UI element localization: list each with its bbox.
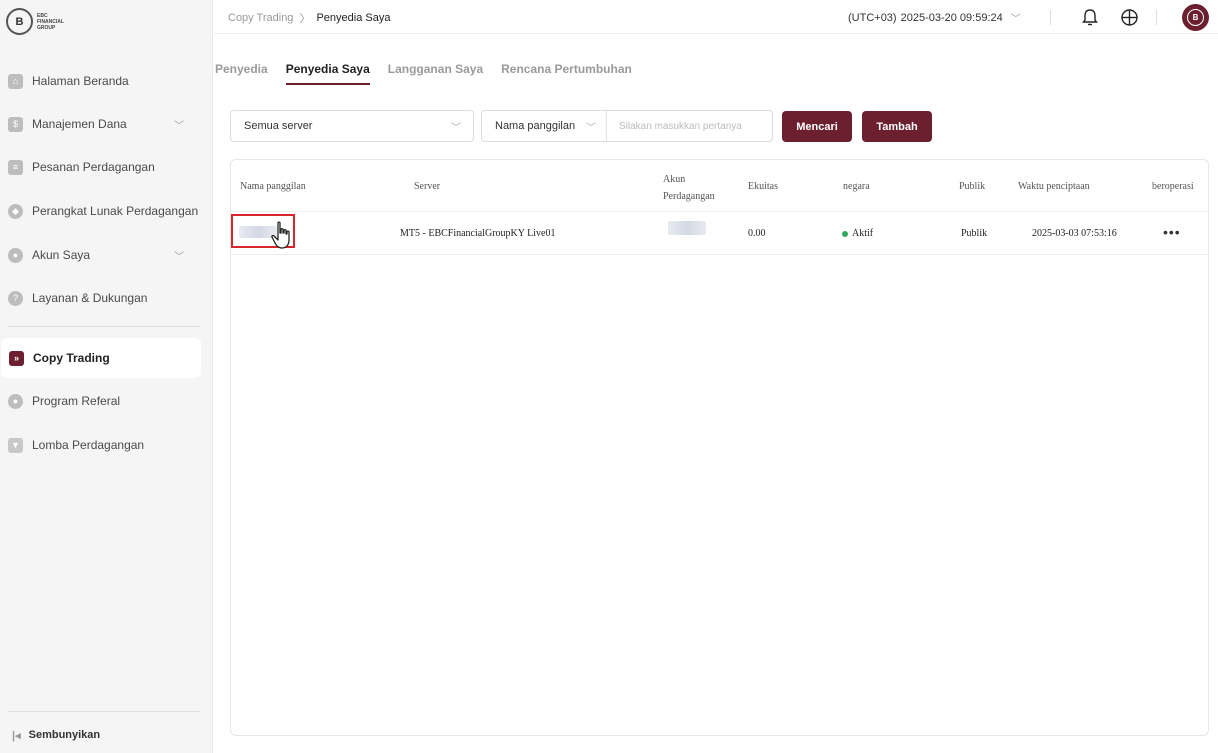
account-redacted: [668, 221, 706, 235]
search-field-select[interactable]: Nama panggilan ﹀: [482, 111, 607, 141]
tab-langganan-saya[interactable]: Langganan Saya: [388, 62, 483, 85]
sidebar-item-lomba-perdagangan[interactable]: ▼ Lomba Perdagangan: [0, 425, 200, 465]
logo-line-2: FINANCIAL: [37, 18, 64, 25]
sidebar-item-pesanan-perdagangan[interactable]: ≡ Pesanan Perdagangan: [0, 147, 200, 187]
header-divider: [1050, 10, 1051, 25]
providers-table: Nama panggilan Server Akun Perdagangan E…: [230, 159, 1209, 736]
column-header-equity: Ekuitas: [748, 181, 778, 192]
software-icon: ◆: [8, 203, 23, 219]
avatar-logo-icon: B: [1187, 9, 1204, 26]
sidebar-divider: [8, 711, 200, 712]
orders-icon: ≡: [8, 159, 23, 175]
header-divider: [1156, 10, 1157, 25]
sidebar: B EBC FINANCIAL GROUP ⌂ Halaman Beranda …: [0, 0, 213, 753]
user-icon: ●: [8, 247, 23, 263]
server-select-value: Semua server: [244, 120, 313, 132]
referral-icon: ●: [8, 393, 23, 409]
search-field-value: Nama panggilan: [495, 120, 576, 132]
notification-bell-icon[interactable]: [1080, 7, 1100, 27]
server-select[interactable]: Semua server ﹀: [230, 110, 474, 142]
created-cell: 2025-03-03 07:53:16: [1032, 228, 1117, 239]
sidebar-item-manajemen-dana[interactable]: $ Manajemen Dana ﹀: [0, 104, 200, 144]
sidebar-item-copy-trading[interactable]: » Copy Trading: [1, 338, 201, 378]
breadcrumb-item-copy-trading[interactable]: Copy Trading: [228, 12, 293, 24]
status-cell: Aktif: [842, 228, 873, 239]
table-row: MT5 - EBCFinancialGroupKY Live01 0.00 Ak…: [231, 212, 1208, 255]
copy-trading-icon: »: [9, 350, 24, 366]
add-button[interactable]: Tambah: [862, 111, 932, 142]
breadcrumb: Copy Trading 〉 Penyedia Saya: [228, 10, 390, 26]
timezone-selector[interactable]: (UTC+03) 2025-03-20 09:59:24 ﹀: [848, 10, 1021, 26]
sidebar-item-label: Copy Trading: [33, 351, 110, 365]
trophy-icon: ▼: [8, 437, 23, 453]
logo-mark: B: [6, 8, 33, 35]
home-icon: ⌂: [8, 73, 23, 89]
status-dot-icon: [842, 230, 848, 237]
chevron-down-icon: ﹀: [1010, 14, 1021, 25]
public-cell: Publik: [961, 228, 988, 239]
sidebar-item-label: Layanan & Dukungan: [32, 291, 148, 305]
sidebar-item-layanan-dukungan[interactable]: ? Layanan & Dukungan: [0, 278, 200, 318]
sidebar-item-label: Akun Saya: [32, 248, 91, 262]
collapse-label: Sembunyikan: [28, 729, 101, 741]
sidebar-item-halaman-beranda[interactable]: ⌂ Halaman Beranda: [0, 61, 200, 101]
tab-bar: Penyedia Penyedia Saya Langganan Saya Re…: [215, 62, 632, 85]
chevron-down-icon: ﹀: [451, 122, 461, 134]
column-header-public: Publik: [959, 181, 986, 192]
column-header-account: Akun Perdagangan: [663, 174, 715, 202]
more-actions-icon[interactable]: •••: [1163, 224, 1181, 240]
help-icon: ?: [8, 290, 23, 306]
status-label: Aktif: [852, 228, 874, 239]
datetime-label: 2025-03-20 09:59:24: [900, 11, 1003, 24]
column-header-created: Waktu penciptaan: [1018, 181, 1090, 192]
globe-icon[interactable]: [1119, 7, 1139, 27]
table-header: Nama panggilan Server Akun Perdagangan E…: [231, 160, 1208, 212]
search-button[interactable]: Mencari: [782, 111, 852, 142]
top-header: Copy Trading 〉 Penyedia Saya (UTC+03) 20…: [214, 0, 1218, 34]
chevron-down-icon: ﹀: [174, 251, 184, 263]
collapse-sidebar-button[interactable]: |◂ Sembunyikan: [0, 717, 200, 753]
logo-line-3: GROUP: [37, 24, 56, 31]
sidebar-item-label: Perangkat Lunak Perdagangan: [32, 204, 199, 218]
hand-cursor-icon: [271, 221, 290, 249]
sidebar-item-label: Program Referal: [32, 394, 121, 408]
column-header-actions: beroperasi: [1152, 181, 1194, 192]
sidebar-item-label: Manajemen Dana: [32, 117, 127, 131]
search-group: Nama panggilan ﹀: [481, 110, 773, 142]
breadcrumb-item-current: Penyedia Saya: [316, 12, 391, 24]
sidebar-item-label: Halaman Beranda: [32, 74, 129, 88]
app-root: B EBC FINANCIAL GROUP ⌂ Halaman Beranda …: [0, 0, 1218, 753]
sidebar-item-program-referal[interactable]: ● Program Referal: [0, 381, 200, 421]
sidebar-item-label: Lomba Perdagangan: [32, 438, 145, 452]
sidebar-item-perangkat-lunak[interactable]: ◆ Perangkat Lunak Perdagangan: [0, 191, 200, 231]
chevron-down-icon: ﹀: [586, 122, 596, 134]
avatar[interactable]: B: [1182, 4, 1209, 31]
sidebar-divider: [8, 326, 200, 327]
tab-penyedia[interactable]: Penyedia: [215, 62, 268, 85]
tab-rencana-pertumbuhan[interactable]: Rencana Pertumbuhan: [501, 62, 632, 85]
sidebar-item-label: Pesanan Perdagangan: [32, 160, 155, 174]
wallet-icon: $: [8, 116, 23, 132]
search-input[interactable]: [607, 112, 767, 140]
timezone-label: (UTC+03): [848, 11, 897, 24]
logo-text: EBC FINANCIAL GROUP: [37, 13, 64, 31]
server-cell: MT5 - EBCFinancialGroupKY Live01: [400, 228, 556, 239]
column-header-server: Server: [414, 181, 441, 192]
equity-cell: 0.00: [748, 228, 766, 239]
tab-penyedia-saya[interactable]: Penyedia Saya: [285, 62, 370, 85]
collapse-icon: |◂: [12, 729, 21, 742]
column-header-nickname: Nama panggilan: [240, 181, 306, 192]
chevron-down-icon: ﹀: [174, 120, 184, 132]
logo[interactable]: B EBC FINANCIAL GROUP: [6, 8, 64, 35]
column-header-status: negara: [843, 181, 870, 192]
chevron-right-icon: 〉: [299, 13, 311, 25]
sidebar-item-akun-saya[interactable]: ● Akun Saya ﹀: [0, 235, 200, 275]
